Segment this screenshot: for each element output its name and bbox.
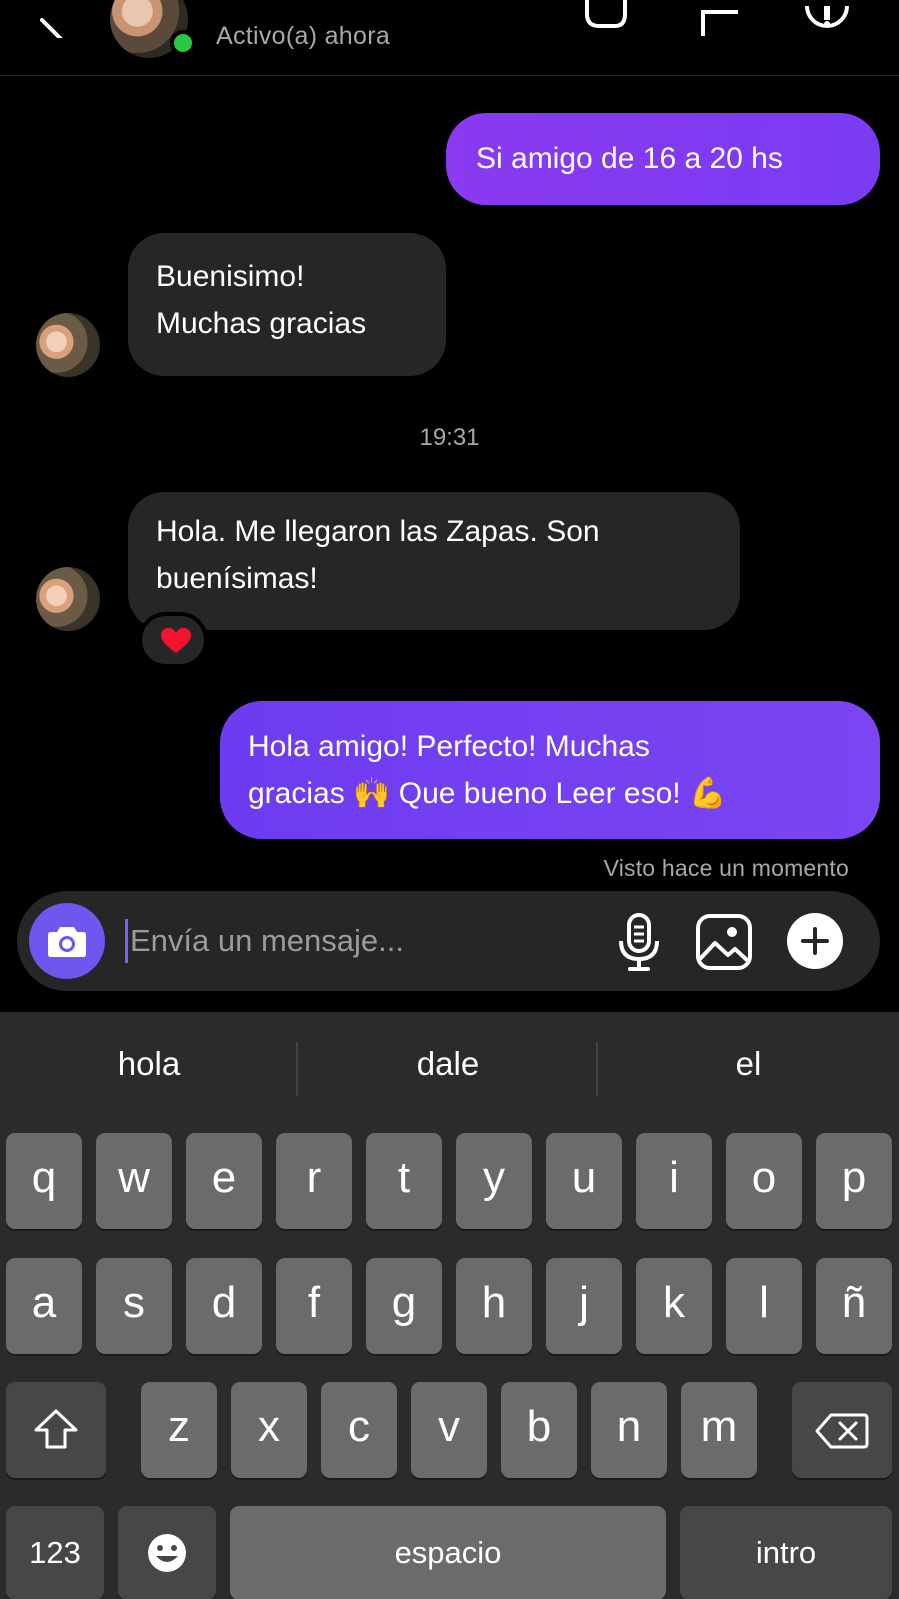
camera-button[interactable]	[29, 903, 105, 979]
numbers-key[interactable]: 123	[6, 1506, 104, 1599]
message-text-line: buenísimas!	[156, 562, 318, 595]
key[interactable]: t	[366, 1133, 442, 1229]
key[interactable]: m	[681, 1382, 757, 1478]
info-icon[interactable]	[805, 0, 849, 40]
incoming-message[interactable]: Buenisimo! Muchas gracias	[128, 233, 446, 376]
key[interactable]: n	[591, 1382, 667, 1478]
sender-avatar[interactable]	[36, 567, 100, 631]
space-key[interactable]: espacio	[230, 1506, 666, 1599]
key[interactable]: q	[6, 1133, 82, 1229]
plus-icon[interactable]	[787, 913, 843, 969]
key[interactable]: y	[456, 1133, 532, 1229]
key[interactable]: c	[321, 1382, 397, 1478]
key[interactable]: j	[546, 1258, 622, 1354]
key[interactable]: z	[141, 1382, 217, 1478]
message-reaction[interactable]	[138, 612, 208, 668]
incoming-message[interactable]: Hola. Me llegaron las Zapas. Son buenísi…	[128, 492, 740, 630]
key[interactable]: w	[96, 1133, 172, 1229]
flag-icon[interactable]	[700, 0, 740, 36]
suggestion-2[interactable]: dale	[298, 1032, 598, 1096]
back-icon[interactable]	[38, 8, 68, 38]
emoji-key[interactable]	[118, 1506, 216, 1599]
key[interactable]: e	[186, 1133, 262, 1229]
key[interactable]: k	[636, 1258, 712, 1354]
sender-avatar[interactable]	[36, 313, 100, 377]
shift-icon	[34, 1409, 78, 1449]
emoji-icon	[148, 1534, 186, 1572]
key[interactable]: u	[546, 1133, 622, 1229]
backspace-icon	[815, 1413, 869, 1449]
return-key[interactable]: intro	[680, 1506, 892, 1599]
key[interactable]: s	[96, 1258, 172, 1354]
message-timestamp: 19:31	[419, 424, 480, 451]
message-text-line: Hola amigo! Perfecto! Muchas	[248, 730, 650, 763]
online-indicator	[170, 30, 196, 56]
outgoing-message[interactable]: Hola amigo! Perfecto! Muchas gracias 🙌 Q…	[220, 701, 880, 839]
suggestion-1[interactable]: hola	[0, 1032, 298, 1096]
key[interactable]: g	[366, 1258, 442, 1354]
key[interactable]: b	[501, 1382, 577, 1478]
key[interactable]: f	[276, 1258, 352, 1354]
key[interactable]: o	[726, 1133, 802, 1229]
chat-header: Activo(a) ahora	[0, 0, 899, 76]
key[interactable]: p	[816, 1133, 892, 1229]
seen-status: Visto hace un momento	[603, 855, 849, 881]
message-input[interactable]: Envía un mensaje...	[130, 923, 404, 959]
key[interactable]: a	[6, 1258, 82, 1354]
message-text-line: Muchas gracias	[156, 307, 367, 340]
message-text-line: Hola. Me llegaron las Zapas. Son	[156, 515, 600, 548]
key[interactable]: r	[276, 1133, 352, 1229]
active-status: Activo(a) ahora	[216, 22, 391, 50]
keyboard: hola dale el q w e r t y u i o p a s d f…	[0, 1012, 899, 1599]
key[interactable]: ñ	[816, 1258, 892, 1354]
message-text-line: Buenisimo!	[156, 260, 305, 293]
outgoing-message[interactable]: Si amigo de 16 a 20 hs	[446, 113, 880, 205]
text-cursor	[125, 919, 128, 963]
message-composer: Envía un mensaje...	[17, 891, 880, 991]
gallery-icon[interactable]	[695, 913, 753, 971]
shift-key[interactable]	[6, 1382, 106, 1478]
key[interactable]: l	[726, 1258, 802, 1354]
key[interactable]: x	[231, 1382, 307, 1478]
suggestion-3[interactable]: el	[598, 1032, 899, 1096]
heart-icon	[161, 628, 191, 653]
backspace-key[interactable]	[792, 1382, 892, 1478]
message-text-line: gracias 🙌 Que bueno Leer eso! 💪	[248, 777, 727, 810]
key[interactable]: i	[636, 1133, 712, 1229]
microphone-icon[interactable]	[614, 913, 664, 973]
camera-icon	[48, 927, 86, 957]
message-text: Si amigo de 16 a 20 hs	[476, 142, 783, 175]
key[interactable]: v	[411, 1382, 487, 1478]
key[interactable]: d	[186, 1258, 262, 1354]
video-call-icon[interactable]	[585, 0, 635, 36]
key[interactable]: h	[456, 1258, 532, 1354]
